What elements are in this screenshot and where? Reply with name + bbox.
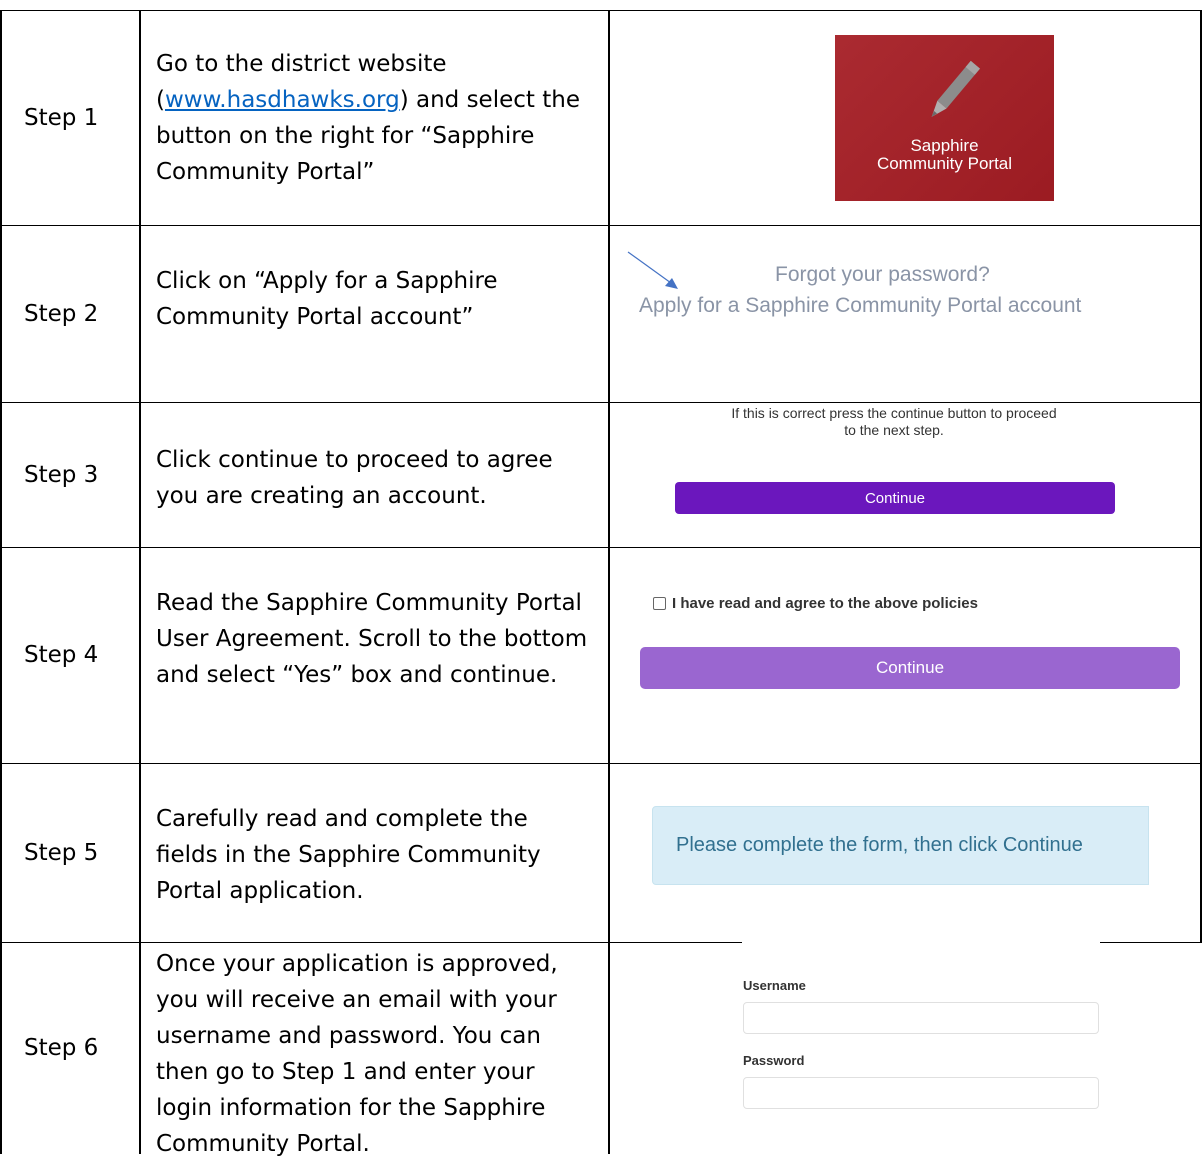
agree-checkbox[interactable] (653, 597, 666, 610)
step-description: Go to the district website (www.hasdhawk… (156, 46, 596, 190)
step-description-text: Carefully read and complete the fields i… (156, 806, 541, 904)
password-input[interactable] (743, 1077, 1099, 1109)
agree-policies-checkbox-row[interactable]: I have read and agree to the above polic… (653, 595, 978, 612)
row-divider (0, 547, 1202, 548)
step-description-text: Read the Sapphire Community Portal User … (156, 590, 588, 688)
step-description-text: Once your application is approved, you w… (156, 951, 558, 1157)
step-description: Once your application is approved, you w… (156, 946, 596, 1162)
agree-checkbox-label: I have read and agree to the above polic… (672, 595, 978, 612)
step-description-text: Click continue to proceed to agree you a… (156, 447, 553, 509)
column-divider (139, 10, 141, 1154)
step-label-text: Step 5 (24, 839, 99, 866)
forgot-password-link[interactable]: Forgot your password? (775, 263, 990, 287)
continue-button[interactable]: Continue (640, 647, 1180, 689)
username-label: Username (743, 978, 806, 993)
pencil-icon (931, 60, 980, 117)
info-alert: Please complete the form, then click Con… (652, 806, 1149, 885)
step-label: Step 1 (2, 10, 139, 225)
step-label-text: Step 3 (24, 461, 99, 488)
district-website-link[interactable]: www.hasdhawks.org (165, 87, 400, 113)
apply-account-link[interactable]: Apply for a Sapphire Community Portal ac… (639, 294, 1081, 318)
step-description: Carefully read and complete the fields i… (156, 801, 596, 909)
arrow-icon (627, 251, 678, 289)
table-border-top (0, 10, 1202, 11)
step-label-text: Step 6 (24, 1035, 99, 1061)
step-description: Click on “Apply for a Sapphire Community… (156, 263, 596, 335)
step-description: Click continue to proceed to agree you a… (156, 442, 596, 514)
instructions-table: Step 1 Go to the district website (www.h… (0, 0, 1202, 1157)
row-divider (0, 402, 1202, 403)
sapphire-portal-button[interactable]: Sapphire Community Portal (835, 35, 1054, 201)
portal-button-label: Sapphire (910, 136, 979, 155)
row-divider (0, 763, 1202, 764)
notice-line: to the next step. (844, 422, 944, 438)
step-description-text: Click on “Apply for a Sapphire Community… (156, 268, 498, 330)
portal-button-label: Community Portal (876, 154, 1013, 173)
step-label: Step 4 (2, 547, 139, 763)
password-label: Password (743, 1053, 805, 1068)
row-divider (0, 225, 1202, 226)
notice-line: If this is correct press the continue bu… (731, 405, 1057, 421)
continue-notice: If this is correct press the continue bu… (664, 405, 1124, 439)
step-label: Step 3 (2, 402, 139, 547)
step-label-text: Step 2 (24, 300, 99, 327)
continue-button[interactable]: Continue (675, 482, 1115, 514)
username-input[interactable] (743, 1002, 1099, 1034)
step-label: Step 2 (2, 225, 139, 402)
step-label: Step 6 (2, 942, 139, 1154)
step-label-text: Step 1 (24, 104, 99, 131)
step-label: Step 5 (2, 763, 139, 942)
row-divider (1100, 942, 1202, 943)
info-alert-text: Please complete the form, then click Con… (676, 834, 1083, 856)
step-label-text: Step 4 (24, 642, 99, 668)
column-divider (608, 10, 610, 1154)
step-description: Read the Sapphire Community Portal User … (156, 585, 596, 693)
